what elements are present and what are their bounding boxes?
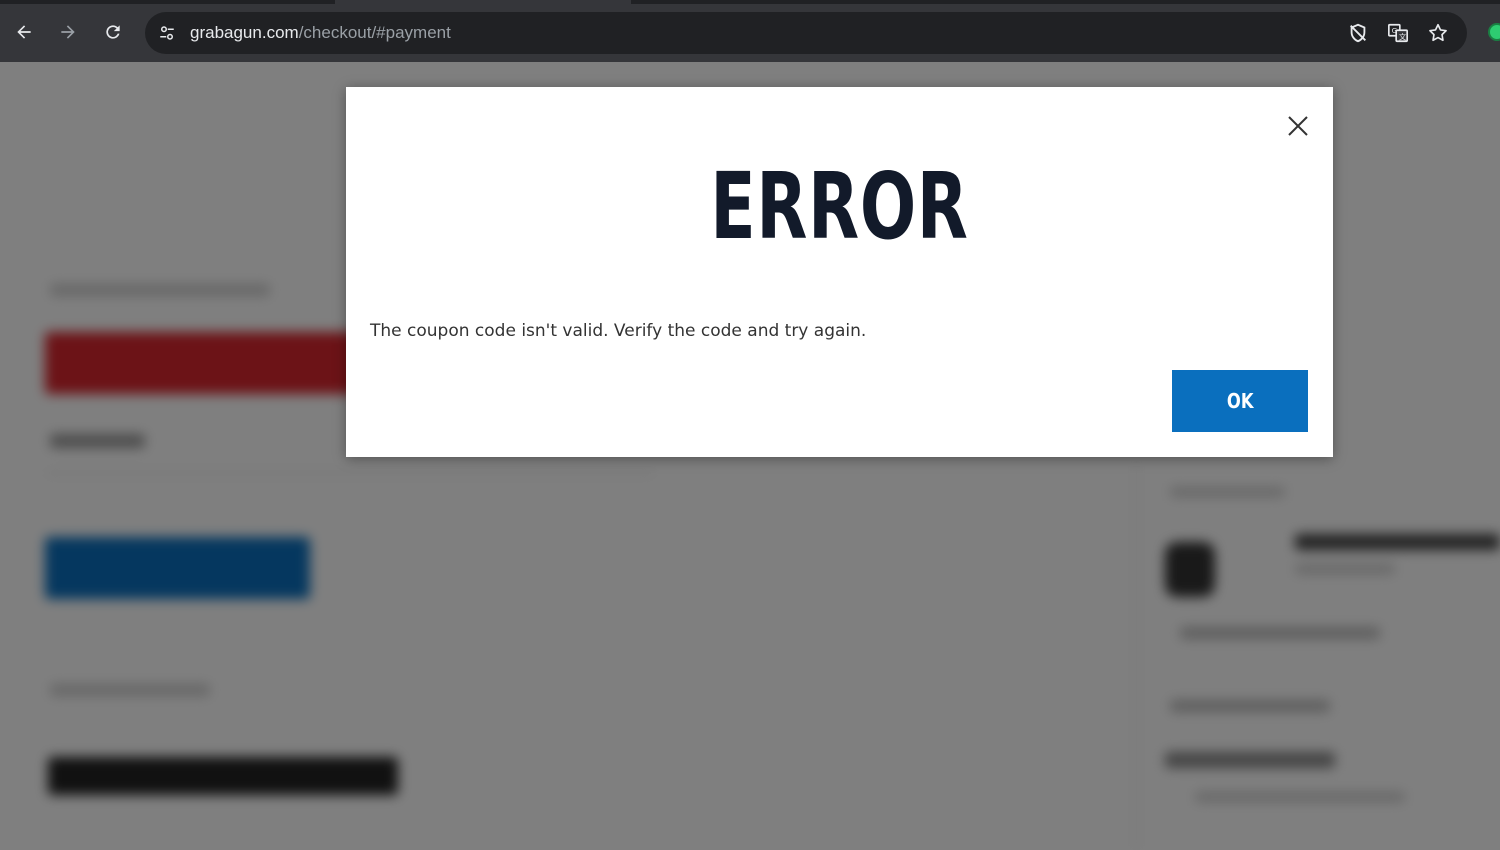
browser-toolbar: grabagun.com/checkout/#payment G 文 bbox=[0, 0, 1500, 62]
svg-text:G: G bbox=[1392, 26, 1398, 35]
star-icon bbox=[1429, 23, 1447, 42]
reload-icon bbox=[106, 25, 120, 39]
site-info-button[interactable] bbox=[153, 19, 181, 47]
tab-strip bbox=[0, 0, 1500, 4]
translate-button[interactable]: G 文 bbox=[1386, 21, 1410, 45]
close-button[interactable] bbox=[1283, 111, 1313, 141]
url-text[interactable]: grabagun.com/checkout/#payment bbox=[190, 23, 451, 43]
url-path: /checkout/#payment bbox=[298, 23, 451, 42]
modal-title: ERROR bbox=[710, 153, 969, 260]
active-tab-edge[interactable] bbox=[335, 0, 631, 4]
eye-off-icon bbox=[1350, 23, 1366, 43]
address-bar[interactable]: grabagun.com/checkout/#payment G 文 bbox=[145, 12, 1467, 54]
arrow-right-icon bbox=[61, 25, 75, 39]
error-message: The coupon code isn't valid. Verify the … bbox=[370, 321, 867, 341]
forward-button[interactable] bbox=[52, 16, 84, 48]
back-button[interactable] bbox=[8, 16, 40, 48]
svg-text:文: 文 bbox=[1399, 32, 1407, 41]
bookmark-button[interactable] bbox=[1426, 21, 1450, 45]
reload-button[interactable] bbox=[97, 16, 129, 48]
translate-icon: G 文 bbox=[1388, 23, 1408, 43]
arrow-left-icon bbox=[17, 25, 31, 39]
ok-button-label: OK bbox=[1226, 389, 1254, 413]
close-icon bbox=[1288, 116, 1308, 136]
tune-icon bbox=[160, 26, 174, 40]
error-modal: ERROR The coupon code isn't valid. Verif… bbox=[346, 87, 1333, 457]
extension-icon[interactable] bbox=[1488, 23, 1500, 41]
url-host: grabagun.com bbox=[190, 23, 299, 42]
ok-button[interactable]: OK bbox=[1172, 370, 1308, 432]
tracking-protection-button[interactable] bbox=[1346, 21, 1370, 45]
